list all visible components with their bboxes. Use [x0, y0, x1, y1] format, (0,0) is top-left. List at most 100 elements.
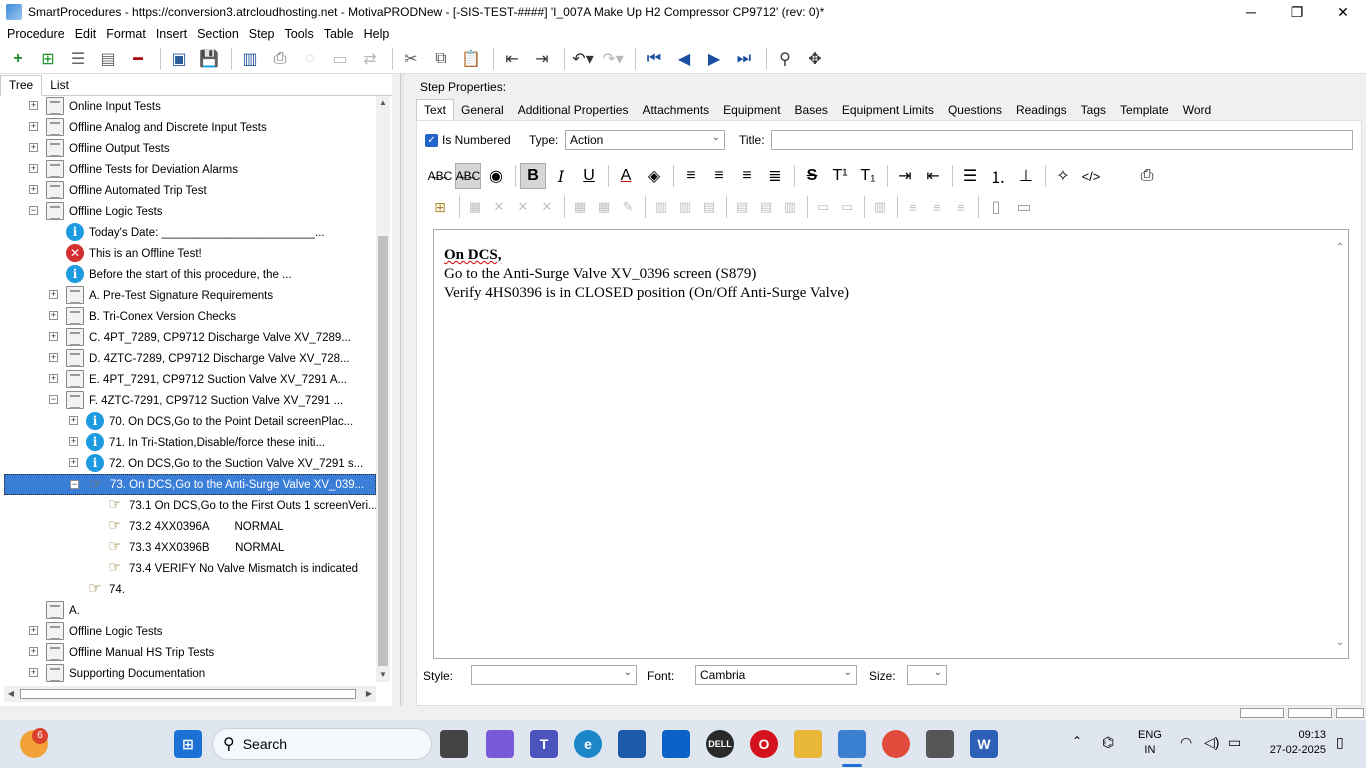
start-icon[interactable]: ⊞ [174, 730, 202, 758]
merge-icon[interactable]: ▦ [569, 194, 591, 220]
expand-icon[interactable]: + [29, 626, 38, 635]
expand-icon[interactable]: + [29, 122, 38, 131]
expand-icon[interactable]: + [29, 101, 38, 110]
tree-item[interactable]: + Offline Analog and Discrete Input Tests [4, 117, 376, 138]
collapse-icon[interactable]: − [70, 480, 79, 489]
tab-word[interactable]: Word [1176, 100, 1218, 120]
expand-icon[interactable]: + [29, 164, 38, 173]
language-indicator[interactable]: ENG IN [1138, 728, 1162, 758]
tree-item[interactable]: ☞ 73.3 4XX0396B NORMAL [4, 537, 376, 558]
scroll-down-icon[interactable]: ▼ [376, 668, 390, 682]
properties-icon[interactable]: ▤ [95, 46, 121, 72]
editor-scroll-up-icon[interactable]: ⌃ [1334, 242, 1346, 253]
shade-icon[interactable]: ▭ [836, 194, 858, 220]
network-icon[interactable]: ⌬ [1102, 734, 1114, 751]
menu-table[interactable]: Table [319, 27, 359, 41]
superscript-icon[interactable]: T¹ [827, 163, 853, 189]
expand-icon[interactable]: + [29, 668, 38, 677]
redo-icon[interactable]: ↷▾ [600, 46, 626, 72]
opera-icon[interactable]: O [750, 730, 778, 758]
previous-icon[interactable]: ◀ [671, 46, 697, 72]
indent-left-icon[interactable]: ⇤ [920, 163, 946, 189]
tree-item[interactable]: − Offline Logic Tests [4, 201, 376, 222]
wifi-icon[interactable]: ◠ [1180, 734, 1192, 751]
justify-icon[interactable]: ≣ [762, 163, 788, 189]
edge-icon[interactable]: e [574, 730, 602, 758]
tab-additional-properties[interactable]: Additional Properties [511, 100, 636, 120]
bold-icon[interactable]: B [520, 163, 546, 189]
color-wheel-icon[interactable]: ◉ [483, 163, 509, 189]
print-icon[interactable]: ⎙ [267, 46, 293, 72]
row-above-icon[interactable]: ▤ [698, 194, 720, 220]
tab-tags[interactable]: Tags [1074, 100, 1113, 120]
tree-item[interactable]: ✕ This is an Offline Test! [4, 243, 376, 264]
tree-item[interactable]: + B. Tri-Conex Version Checks [4, 306, 376, 327]
tree-item[interactable]: − F. 4ZTC-7291, CP9712 Suction Valve XV_7… [4, 390, 376, 411]
remote-app-icon[interactable] [926, 730, 954, 758]
tree-item[interactable]: + A. Pre-Test Signature Requirements [4, 285, 376, 306]
tab-template[interactable]: Template [1113, 100, 1176, 120]
tab-tree[interactable]: Tree [0, 75, 43, 96]
collapse-icon[interactable]: − [29, 206, 38, 215]
insert-rule-icon[interactable]: ⊥ [1013, 163, 1039, 189]
size-select[interactable]: ⌄ [907, 665, 947, 685]
bullet-list-icon[interactable]: ☰ [957, 163, 983, 189]
underline-icon[interactable]: U [576, 163, 602, 189]
tree-item[interactable]: + Offline Output Tests [4, 138, 376, 159]
tree-item[interactable]: − ☞ 73. On DCS,Go to the Anti-Surge Valve … [4, 474, 376, 495]
copilot-icon[interactable] [486, 730, 514, 758]
split-icon[interactable]: ▦ [593, 194, 615, 220]
open-icon[interactable]: ▣ [166, 46, 192, 72]
expand-icon[interactable]: + [49, 353, 58, 362]
expand-icon[interactable]: + [49, 374, 58, 383]
numbered-list-icon[interactable]: ⒈ [985, 163, 1011, 189]
italic-icon[interactable]: I [548, 163, 574, 189]
cell-edit-icon[interactable]: ✎ [617, 194, 639, 220]
paste-icon[interactable]: 📋 [458, 46, 484, 72]
menu-procedure[interactable]: Procedure [2, 27, 70, 41]
expand-icon[interactable]: + [49, 311, 58, 320]
delete-row-icon[interactable]: ✕ [512, 194, 534, 220]
menu-tools[interactable]: Tools [280, 27, 319, 41]
file-explorer-icon[interactable] [794, 730, 822, 758]
task-view-icon[interactable] [440, 730, 468, 758]
magic-wand-icon[interactable]: ✧ [1050, 163, 1076, 189]
step-text-editor[interactable]: On DCS, Go to the Anti-Surge Valve XV_03… [433, 229, 1349, 659]
tree-item[interactable]: ☞ 73.2 4XX0396A NORMAL [4, 516, 376, 537]
tree-item[interactable]: + Offline Tests for Deviation Alarms [4, 159, 376, 180]
align-center-icon[interactable]: ≡ [706, 163, 732, 189]
undo-icon[interactable]: ↶▾ [570, 46, 596, 72]
indent-icon[interactable]: ⇥ [529, 46, 555, 72]
editor-scroll-down-icon[interactable]: ⌄ [1334, 637, 1346, 648]
border-icon[interactable]: ▭ [812, 194, 834, 220]
tree-item[interactable]: ☞ 73.1 On DCS,Go to the First Outs 1 scre… [4, 495, 376, 516]
refresh-icon[interactable]: ◌ [297, 46, 323, 72]
tab-list[interactable]: List [42, 76, 77, 95]
tab-readings[interactable]: Readings [1009, 100, 1074, 120]
style-select[interactable]: ⌄ [471, 665, 637, 685]
delete-column-icon[interactable]: ✕ [536, 194, 558, 220]
remove-icon[interactable]: ━ [125, 46, 151, 72]
expand-icon[interactable]: + [69, 416, 78, 425]
subscript-icon[interactable]: T₁ [855, 163, 881, 189]
table-props-icon[interactable]: ▦ [464, 194, 486, 220]
editor-line-2[interactable]: Go to the Anti-Surge Valve XV_0396 scree… [444, 265, 849, 284]
tree-item[interactable]: + C. 4PT_7289, CP9712 Discharge Valve XV_… [4, 327, 376, 348]
strikethrough-icon[interactable]: S [799, 163, 825, 189]
tray-overflow-icon[interactable]: ⌃ [1072, 734, 1082, 748]
type-select[interactable]: Action ⌄ [565, 130, 725, 150]
cut-icon[interactable]: ✂ [398, 46, 424, 72]
align-middle-icon[interactable]: ≡ [926, 194, 948, 220]
font-color-icon[interactable]: A [613, 163, 639, 189]
menu-insert[interactable]: Insert [151, 27, 192, 41]
clock[interactable]: 09:13 27-02-2025 [1258, 728, 1326, 758]
valign-icon[interactable]: ▥ [869, 194, 891, 220]
tree-item[interactable]: i Before the start of this procedure, the… [4, 264, 376, 285]
insert-table-icon[interactable]: ⊞ [427, 194, 453, 220]
smartprocedures-icon[interactable] [838, 730, 866, 758]
next-icon[interactable]: ▶ [701, 46, 727, 72]
tree-vertical-scrollbar[interactable]: ▲ ▼ [376, 96, 390, 682]
editor-line-3[interactable]: Verify 4HS0396 is in CLOSED position (On… [444, 284, 849, 303]
menu-format[interactable]: Format [101, 27, 151, 41]
scroll-right-icon[interactable]: ▶ [362, 686, 376, 702]
